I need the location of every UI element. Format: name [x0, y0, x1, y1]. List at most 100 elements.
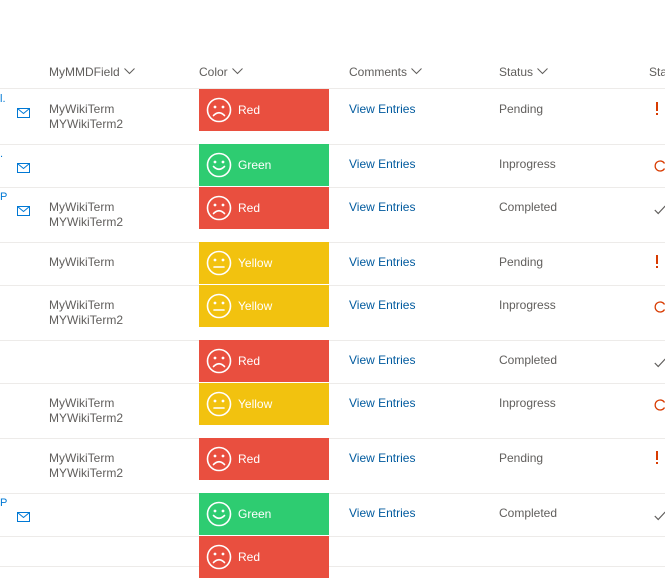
mmd-field-cell: MyWikiTerm MYWikiTerm2 [49, 396, 123, 426]
column-header-label: MyMMDField [49, 65, 120, 79]
view-entries-link[interactable]: View Entries [349, 255, 415, 269]
chevron-down-icon[interactable] [123, 55, 135, 87]
check-icon [654, 508, 665, 526]
exclamation-icon [654, 451, 660, 470]
table-row: P MyWikiTerm MYWikiTerm2 Red View Entries Com… [0, 187, 665, 243]
color-badge-yellow: Yellow [199, 285, 329, 327]
color-label: Green [238, 507, 272, 521]
mail-icon[interactable] [17, 160, 30, 178]
exclamation-icon [654, 102, 660, 121]
color-label: Red [238, 452, 261, 466]
mmd-field-cell: MyWikiTerm MYWikiTerm2 [49, 298, 123, 328]
frown-face-icon [206, 348, 232, 374]
table-row: MyWikiTerm MYWikiTerm2 Yellow View Entries I… [0, 285, 665, 341]
color-label: Red [238, 550, 261, 564]
mail-icon[interactable] [17, 509, 30, 527]
truncated-cell-text: P [0, 497, 8, 509]
mmd-term: MYWikiTerm2 [49, 411, 123, 425]
table-row: MyWikiTerm MYWikiTerm2 Yellow View Entries I… [0, 383, 665, 439]
view-entries-link[interactable]: View Entries [349, 102, 415, 116]
status-cell: Inprogress [499, 298, 556, 312]
mail-icon[interactable] [17, 105, 30, 123]
neutral-face-icon [206, 250, 232, 276]
color-badge-red: Red [199, 536, 329, 578]
status-cell: Completed [499, 353, 558, 367]
progress-icon [654, 159, 665, 177]
color-label: Red [238, 354, 261, 368]
mail-icon[interactable] [17, 203, 30, 221]
truncated-cell-text: P [0, 191, 8, 203]
column-header-status-2[interactable]: Sta [649, 56, 665, 88]
view-entries-link[interactable]: View Entries [349, 298, 415, 312]
frown-face-icon [206, 195, 232, 221]
mmd-term: MyWikiTerm [49, 298, 115, 312]
mmd-term: MyWikiTerm [49, 451, 115, 465]
color-label: Green [238, 158, 272, 172]
column-header-mymmdfield[interactable]: MyMMDField [49, 56, 135, 88]
check-icon [654, 355, 665, 373]
progress-icon [654, 300, 665, 318]
list-header: MyMMDField Color Comments Status Sta [0, 56, 665, 89]
color-badge-yellow: Yellow [199, 242, 329, 284]
chevron-down-icon[interactable] [411, 55, 422, 87]
table-row: l. MyWikiTerm MYWikiTerm2 Red View Entries Pe… [0, 89, 665, 145]
table-row: MyWikiTerm Yellow View Entries Pending [0, 242, 665, 286]
color-badge-red: Red [199, 187, 329, 229]
column-header-color[interactable]: Color [199, 56, 243, 88]
neutral-face-icon [206, 391, 232, 417]
column-header-comments[interactable]: Comments [349, 56, 422, 88]
view-entries-link[interactable]: View Entries [349, 200, 415, 214]
truncated-cell-text: l. [0, 93, 6, 105]
mmd-term: MYWikiTerm2 [49, 313, 123, 327]
frown-face-icon [206, 97, 232, 123]
mmd-field-cell: MyWikiTerm MYWikiTerm2 [49, 102, 123, 132]
column-header-status[interactable]: Status [499, 56, 548, 88]
smile-face-icon [206, 152, 232, 178]
mmd-field-cell: MyWikiTerm [49, 255, 114, 270]
status-cell: Pending [499, 255, 544, 269]
progress-icon [654, 398, 665, 416]
color-badge-red: Red [199, 340, 329, 382]
mmd-term: MYWikiTerm2 [49, 117, 123, 131]
neutral-face-icon [206, 293, 232, 319]
frown-face-icon [206, 446, 232, 472]
truncated-cell-text: . [0, 148, 4, 160]
chevron-down-icon[interactable] [231, 55, 243, 87]
frown-face-icon [206, 544, 232, 570]
status-cell: Inprogress [499, 157, 556, 171]
color-badge-yellow: Yellow [199, 383, 329, 425]
check-icon [654, 202, 665, 220]
smile-face-icon [206, 501, 232, 527]
status-cell: Inprogress [499, 396, 556, 410]
color-badge-red: Red [199, 89, 329, 131]
color-label: Yellow [238, 256, 273, 270]
chevron-down-icon[interactable] [537, 55, 548, 87]
mmd-term: MYWikiTerm2 [49, 466, 123, 480]
mmd-term: MYWikiTerm2 [49, 215, 123, 229]
view-entries-link[interactable]: View Entries [349, 157, 415, 171]
column-header-label: Comments [349, 65, 408, 79]
view-entries-link[interactable]: View Entries [349, 451, 415, 465]
mmd-field-cell: MyWikiTerm MYWikiTerm2 [49, 200, 123, 230]
table-row: Red View Entries Completed [0, 340, 665, 384]
mmd-term: MyWikiTerm [49, 396, 115, 410]
column-header-label: Sta [649, 65, 665, 79]
color-label: Red [238, 201, 261, 215]
mmd-field-cell: MyWikiTerm MYWikiTerm2 [49, 451, 123, 481]
status-cell: Completed [499, 200, 558, 214]
color-badge-green: Green [199, 144, 329, 186]
view-entries-link[interactable]: View Entries [349, 353, 415, 367]
exclamation-icon [654, 255, 660, 274]
color-label: Red [238, 103, 261, 117]
color-badge-red: Red [199, 438, 329, 480]
view-entries-link[interactable]: View Entries [349, 506, 415, 520]
status-cell: Completed [499, 506, 558, 520]
column-header-label: Status [499, 65, 534, 79]
color-label: Yellow [238, 299, 273, 313]
color-label: Yellow [238, 397, 273, 411]
status-cell: Pending [499, 451, 544, 465]
mmd-term: MyWikiTerm [49, 200, 115, 214]
color-badge-green: Green [199, 493, 329, 535]
view-entries-link[interactable]: View Entries [349, 396, 415, 410]
table-row: . Green View Entries Inprogress [0, 144, 665, 188]
